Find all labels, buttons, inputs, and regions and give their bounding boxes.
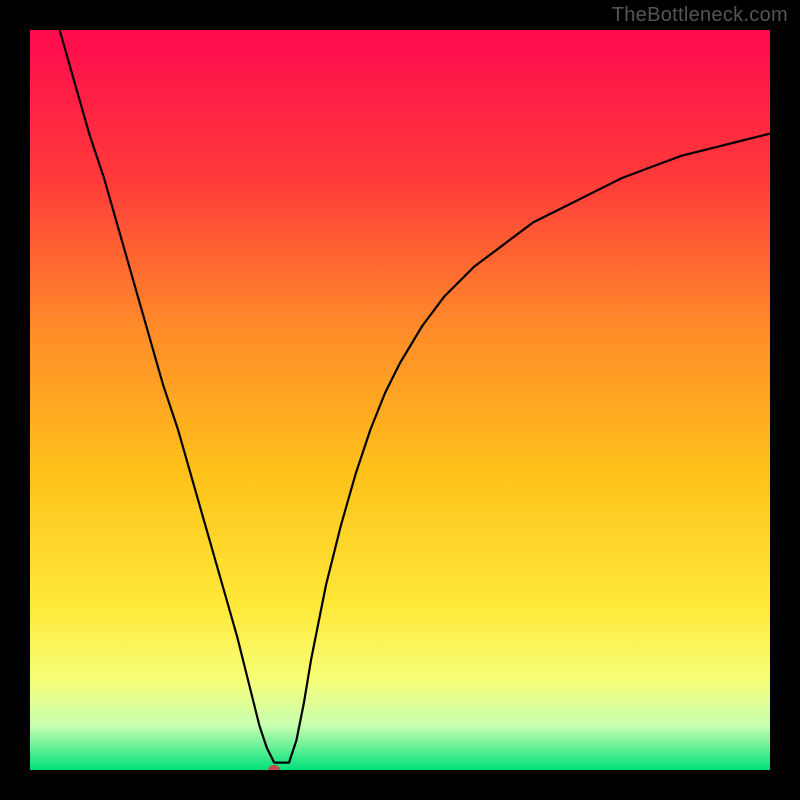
chart-container: TheBottleneck.com — [0, 0, 800, 800]
chart-svg — [30, 30, 770, 770]
chart-background — [30, 30, 770, 770]
watermark-text: TheBottleneck.com — [612, 4, 788, 27]
plot-area — [30, 30, 770, 770]
